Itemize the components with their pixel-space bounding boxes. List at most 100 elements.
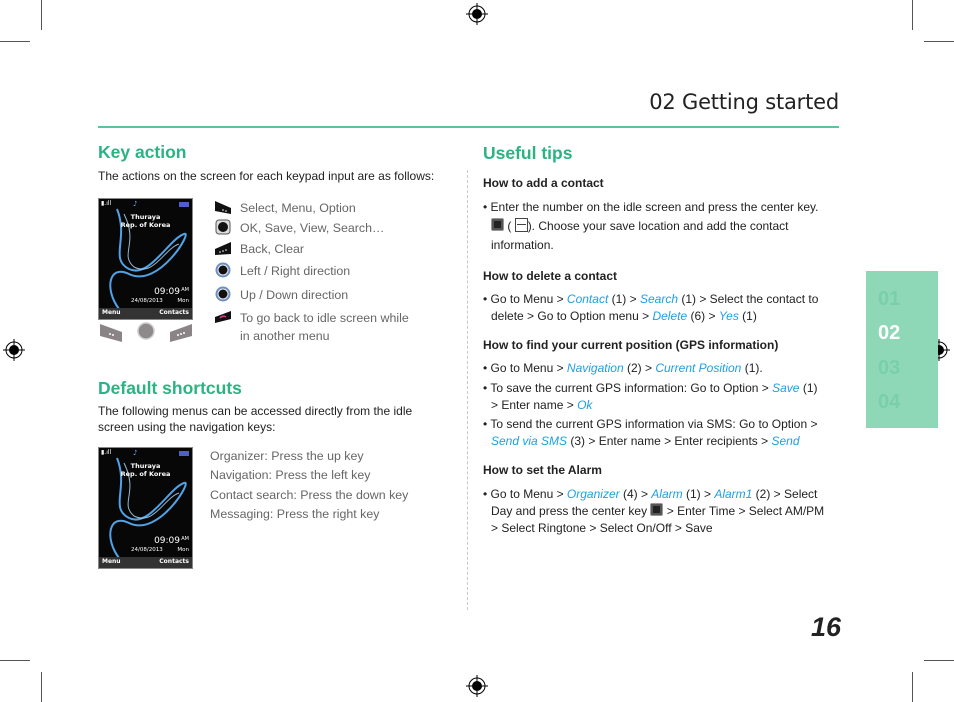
key-action-heading: Key action bbox=[98, 142, 187, 162]
menu-link-alarm: Alarm bbox=[651, 487, 683, 501]
tip-title-alarm: How to set the Alarm bbox=[483, 463, 602, 477]
clock-ampm: AM bbox=[181, 287, 189, 293]
menu-link-yes: Yes bbox=[718, 309, 739, 323]
clock-time: 09:09 bbox=[154, 287, 180, 297]
chapter-tab-03[interactable]: 03 bbox=[878, 357, 900, 380]
center-key-icon bbox=[215, 219, 231, 235]
tip-delete-contact-text: • Go to Menu > Contact (1) > Search (1) … bbox=[483, 291, 843, 325]
tip-title-delete-contact: How to delete a contact bbox=[483, 269, 618, 283]
default-shortcuts-heading: Default shortcuts bbox=[98, 378, 242, 398]
clock-date: 24/08/2013 bbox=[131, 547, 163, 553]
crop-mark bbox=[912, 672, 913, 702]
useful-tips-heading: Useful tips bbox=[483, 143, 573, 163]
network-country: Rep. of Korea bbox=[120, 221, 171, 229]
network-name: Thuraya bbox=[130, 462, 161, 470]
music-note-icon: ♪ bbox=[133, 449, 138, 457]
menu-link-alarm1: Alarm1 bbox=[714, 487, 753, 501]
right-softkey-icon bbox=[215, 242, 231, 255]
tip-text: (1) bbox=[738, 309, 757, 323]
tip-text: • Go to Menu > bbox=[483, 292, 567, 306]
registration-mark-icon bbox=[3, 339, 25, 361]
crop-mark bbox=[0, 41, 30, 42]
page-number: 16 bbox=[811, 612, 842, 642]
tip-text: > Enter name > bbox=[491, 398, 578, 412]
tip-text: • Go to Menu > bbox=[483, 487, 567, 501]
clock-day: Mon bbox=[177, 298, 189, 304]
tip-text: (1) > Select the contact to bbox=[678, 292, 819, 306]
chapter-tab-04[interactable]: 04 bbox=[878, 391, 900, 414]
left-softkey-label: Menu bbox=[102, 558, 121, 565]
key-label: Select, Menu, Option bbox=[240, 201, 356, 215]
end-call-key-icon bbox=[215, 311, 231, 323]
tip-text: (4) > bbox=[619, 487, 652, 501]
crop-mark bbox=[41, 0, 42, 30]
key-label: To go back to idle screen while in anothe… bbox=[240, 309, 409, 345]
crop-mark bbox=[0, 660, 30, 661]
tip-add-contact-text: • Enter the number on the idle screen an… bbox=[483, 199, 843, 254]
intro-line: screen using the navigation keys: bbox=[98, 420, 276, 434]
left-softkey-icon bbox=[215, 201, 231, 214]
registration-mark-icon bbox=[466, 3, 488, 25]
battery-icon bbox=[179, 202, 189, 207]
menu-link-ok: Ok bbox=[577, 398, 593, 412]
key-item: Select, Menu, Option bbox=[214, 199, 356, 217]
network-country: Rep. of Korea bbox=[120, 470, 171, 478]
signal-icon: ▮.ıll bbox=[101, 449, 112, 456]
column-divider bbox=[467, 170, 468, 610]
key-item: Back, Clear bbox=[214, 240, 304, 258]
phone-screen-image: ▮.ıll ♪ Thuraya Rep. of Korea 09:09 AM 2… bbox=[98, 198, 193, 320]
tip-text: (2) > bbox=[623, 361, 656, 375]
key-action-intro: The actions on the screen for each keypa… bbox=[98, 169, 435, 183]
menu-link-delete: Delete bbox=[652, 309, 688, 323]
music-note-icon: ♪ bbox=[133, 200, 138, 208]
tip-gps-bullet-3: • To send the current GPS information vi… bbox=[483, 416, 843, 450]
intro-line: The following menus can be accessed dire… bbox=[98, 404, 413, 418]
chapter-tab-01[interactable]: 01 bbox=[878, 288, 900, 311]
menu-link-send: Send bbox=[771, 434, 800, 448]
tip-gps-bullet-1: • Go to Menu > Navigation (2) > Current … bbox=[483, 360, 843, 377]
tip-text: (1) > bbox=[682, 487, 715, 501]
right-softkey-label: Contacts bbox=[159, 558, 189, 565]
center-key-icon bbox=[650, 503, 664, 516]
tip-text: Day and press the center key bbox=[491, 504, 651, 518]
tip-text: (3) > Enter name > Enter recipients > bbox=[567, 434, 772, 448]
tip-line: • Enter the number on the idle screen an… bbox=[483, 200, 819, 214]
key-item: To go back to idle screen while in anothe… bbox=[214, 309, 409, 345]
tip-text: delete > Go to Option menu > bbox=[491, 309, 653, 323]
left-softkey-label: Menu bbox=[102, 309, 121, 316]
tip-text: ). Choose your save location and add the… bbox=[527, 219, 789, 233]
left-right-navigation-icon bbox=[215, 262, 231, 278]
menu-link-navigation: Navigation bbox=[566, 361, 624, 375]
tip-title-gps: How to find your current position (GPS i… bbox=[483, 338, 779, 352]
clock-date: 24/08/2013 bbox=[131, 298, 163, 304]
crop-mark bbox=[41, 672, 42, 702]
chapter-title: 02 Getting started bbox=[649, 90, 839, 114]
key-label: Back, Clear bbox=[240, 242, 305, 256]
left-softkey-icon bbox=[100, 324, 122, 342]
tip-text: (6) > bbox=[687, 309, 719, 323]
menu-link-send-via-sms: Send via SMS bbox=[491, 434, 568, 448]
key-item: Left / Right direction bbox=[214, 262, 350, 280]
clock-ampm: AM bbox=[181, 536, 189, 542]
shortcut-item: Messaging: Press the right key bbox=[210, 507, 380, 521]
key-label: Left / Right direction bbox=[240, 264, 351, 278]
chapter-tab-02[interactable]: 02 bbox=[878, 322, 900, 345]
up-down-navigation-icon bbox=[215, 286, 231, 302]
shortcut-item: Navigation: Press the left key bbox=[210, 468, 371, 482]
menu-link-organizer: Organizer bbox=[566, 487, 620, 501]
tip-line: > Select Ringtone > Select On/Off > Save bbox=[491, 521, 713, 535]
key-item: Up / Down direction bbox=[214, 286, 348, 304]
tip-alarm-text: • Go to Menu > Organizer (4) > Alarm (1)… bbox=[483, 486, 843, 537]
clock-day: Mon bbox=[177, 547, 189, 553]
center-key-icon bbox=[491, 218, 504, 231]
tip-line: information. bbox=[491, 238, 554, 252]
chapter-tab-strip bbox=[866, 271, 938, 428]
crop-mark bbox=[924, 41, 954, 42]
tip-text: (2) > Select bbox=[752, 487, 818, 501]
crop-mark bbox=[924, 660, 954, 661]
menu-link-save: Save bbox=[772, 381, 800, 395]
phone-keys-graphic bbox=[100, 322, 192, 342]
shortcut-item: Organizer: Press the up key bbox=[210, 449, 364, 463]
menu-link-current-position: Current Position bbox=[655, 361, 742, 375]
key-label-line1: To go back to idle screen while bbox=[240, 311, 409, 325]
